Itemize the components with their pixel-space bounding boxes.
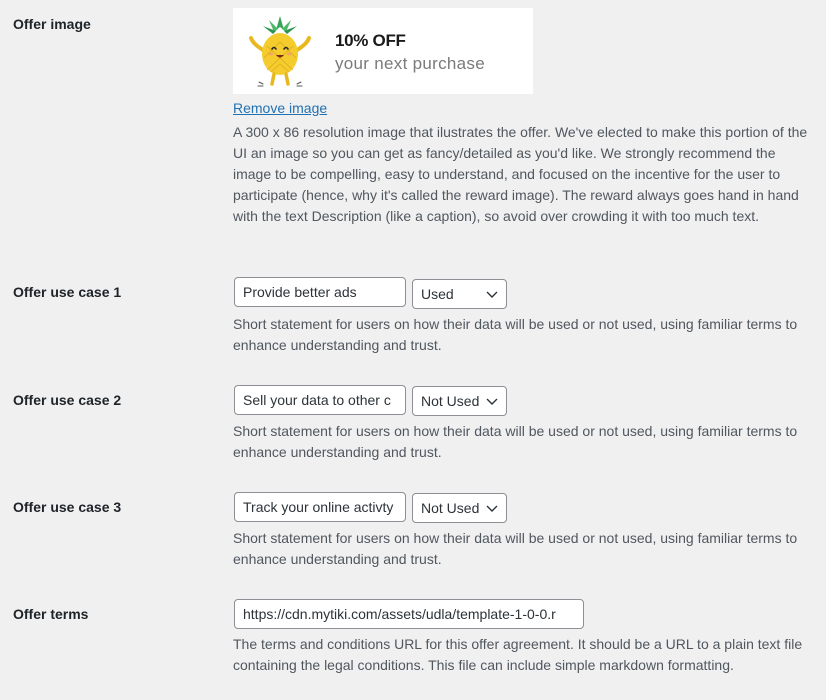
offer-banner-subline: your next purchase [335, 54, 485, 73]
offer-image-preview: 10% OFF your next purchase [233, 8, 533, 94]
chevron-down-icon [486, 291, 498, 298]
use-case-2-select-value: Not Used [421, 393, 480, 409]
offer-image-label: Offer image [13, 16, 91, 32]
offer-terms-description: The terms and conditions URL for this of… [233, 636, 803, 673]
pineapple-icon [249, 16, 311, 87]
chevron-down-icon [486, 398, 498, 405]
use-case-1-select[interactable]: Used [412, 279, 507, 309]
use-case-1-input[interactable]: Provide better ads [234, 277, 406, 307]
remove-image-link[interactable]: Remove image [233, 99, 327, 117]
use-case-3-label: Offer use case 3 [13, 499, 122, 515]
use-case-1-select-value: Used [421, 286, 454, 302]
use-case-3-select[interactable]: Not Used [412, 493, 507, 523]
use-case-2-description: Short statement for users on how their d… [233, 423, 798, 460]
use-case-2-select[interactable]: Not Used [412, 386, 507, 416]
use-case-2-label: Offer use case 2 [13, 392, 122, 408]
use-case-2-input[interactable]: Sell your data to other c [234, 385, 406, 415]
offer-terms-input[interactable]: https://cdn.mytiki.com/assets/udla/templ… [234, 599, 584, 629]
use-case-3-select-value: Not Used [421, 500, 480, 516]
use-case-1-description: Short statement for users on how their d… [233, 316, 798, 353]
offer-image-description: A 300 x 86 resolution image that ilustra… [233, 124, 808, 224]
offer-settings-form: Offer image 10% OFF your next purchase R… [0, 0, 826, 700]
offer-terms-label: Offer terms [13, 606, 89, 622]
offer-banner-headline: 10% OFF [335, 31, 406, 50]
use-case-3-description: Short statement for users on how their d… [233, 530, 798, 567]
use-case-3-input[interactable]: Track your online activty [234, 492, 406, 522]
use-case-1-label: Offer use case 1 [13, 284, 122, 300]
chevron-down-icon [486, 505, 498, 512]
